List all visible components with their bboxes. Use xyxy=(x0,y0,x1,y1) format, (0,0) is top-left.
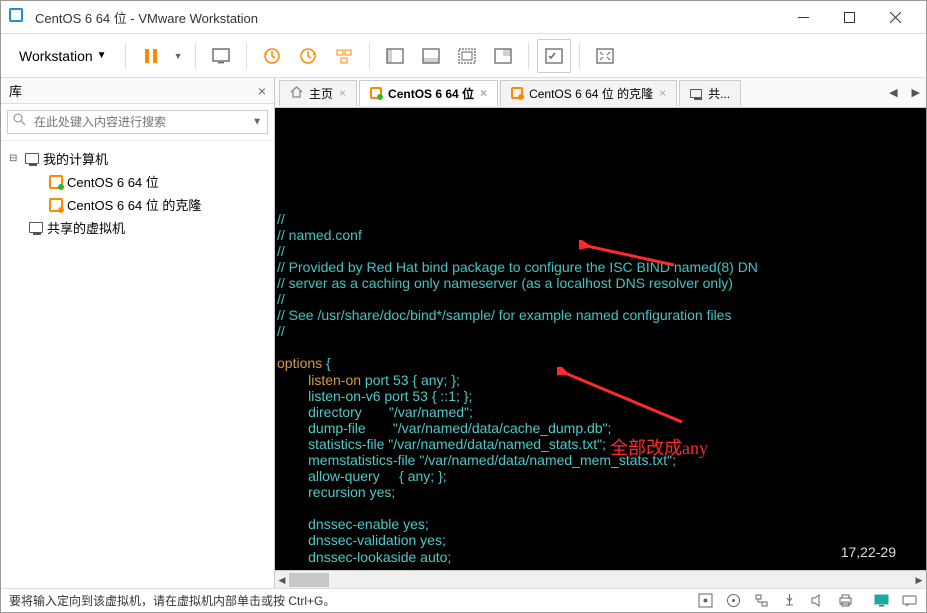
library-title: 库 xyxy=(9,81,22,100)
workstation-menu[interactable]: Workstation ▼ xyxy=(9,42,117,70)
fullscreen-button[interactable] xyxy=(588,39,622,73)
tab-bar: 主页 × CentOS 6 64 位 × CentOS 6 64 位 的克隆 ×… xyxy=(275,78,926,108)
view-thumbnail-button[interactable] xyxy=(486,39,520,73)
tab-centos-clone[interactable]: CentOS 6 64 位 的克隆 × xyxy=(500,80,677,106)
manage-snapshots-button[interactable] xyxy=(327,39,361,73)
revert-button[interactable] xyxy=(291,39,325,73)
library-search-input[interactable] xyxy=(7,110,268,134)
tab-label: 主页 xyxy=(309,85,333,102)
library-header: 库 × xyxy=(1,78,274,104)
tab-centos[interactable]: CentOS 6 64 位 × xyxy=(359,80,498,106)
tree-label: CentOS 6 64 位 的克隆 xyxy=(67,195,201,214)
toolbar: Workstation ▼ ▼ xyxy=(1,34,926,78)
library-search: ▼ xyxy=(1,104,274,141)
sound-icon[interactable] xyxy=(808,592,826,610)
tree-label: 我的计算机 xyxy=(43,149,108,168)
main-area: 主页 × CentOS 6 64 位 × CentOS 6 64 位 的克隆 ×… xyxy=(275,78,926,588)
computer-icon xyxy=(29,222,43,233)
separator xyxy=(369,43,370,69)
tree-vm-item[interactable]: CentOS 6 64 位 xyxy=(5,170,270,193)
tab-nav-left[interactable]: ◀ xyxy=(883,86,903,99)
tree-shared-vms[interactable]: 共享的虚拟机 xyxy=(5,216,270,239)
search-dropdown-icon[interactable]: ▼ xyxy=(252,117,262,128)
library-close-button[interactable]: × xyxy=(258,83,266,99)
home-icon xyxy=(290,85,303,101)
usb-icon[interactable] xyxy=(780,592,798,610)
tab-label: 共... xyxy=(708,85,730,102)
separator xyxy=(579,43,580,69)
status-message: 要将输入定向到该虚拟机，请在虚拟机内部单击或按 Ctrl+G。 xyxy=(9,592,686,609)
tree-vm-item[interactable]: CentOS 6 64 位 的克隆 xyxy=(5,193,270,216)
window-title: CentOS 6 64 位 - VMware Workstation xyxy=(35,8,780,27)
cd-icon[interactable] xyxy=(724,592,742,610)
tab-close-icon[interactable]: × xyxy=(659,86,666,100)
console-button[interactable] xyxy=(204,39,238,73)
tab-close-icon[interactable]: × xyxy=(480,86,487,100)
status-bar: 要将输入定向到该虚拟机，请在虚拟机内部单击或按 Ctrl+G。 xyxy=(1,588,926,612)
view-stacked-button[interactable] xyxy=(414,39,448,73)
vm-icon xyxy=(49,198,63,212)
horizontal-scrollbar[interactable]: ◀ ▶ xyxy=(275,570,926,588)
tree-root-my-computer[interactable]: ⊟ 我的计算机 xyxy=(5,147,270,170)
unity-button[interactable] xyxy=(537,39,571,73)
scroll-right-icon[interactable]: ▶ xyxy=(912,573,926,587)
workstation-menu-label: Workstation xyxy=(19,48,93,64)
tab-label: CentOS 6 64 位 xyxy=(388,85,474,102)
messages-icon[interactable] xyxy=(900,592,918,610)
view-expand-button[interactable] xyxy=(450,39,484,73)
separator xyxy=(246,43,247,69)
tab-nav-right[interactable]: ▶ xyxy=(906,86,926,99)
snapshot-button[interactable] xyxy=(255,39,289,73)
view-single-button[interactable] xyxy=(378,39,412,73)
tab-close-icon[interactable]: × xyxy=(339,86,346,100)
network-icon[interactable] xyxy=(752,592,770,610)
scroll-left-icon[interactable]: ◀ xyxy=(275,573,289,587)
tree-label: CentOS 6 64 位 xyxy=(67,172,159,191)
computer-icon xyxy=(25,153,39,164)
minimize-button[interactable] xyxy=(780,1,826,33)
pause-button[interactable] xyxy=(134,39,168,73)
title-bar: CentOS 6 64 位 - VMware Workstation xyxy=(1,1,926,34)
vm-running-icon xyxy=(49,175,63,189)
app-icon xyxy=(9,8,27,26)
annotation-arrow xyxy=(579,240,679,270)
annotation-text: 全部改成any xyxy=(610,438,708,459)
separator xyxy=(195,43,196,69)
display-icon[interactable] xyxy=(872,592,890,610)
vm-icon xyxy=(511,87,523,99)
chevron-down-icon[interactable]: ▼ xyxy=(170,51,187,61)
computer-icon xyxy=(690,89,702,98)
library-tree: ⊟ 我的计算机 CentOS 6 64 位 CentOS 6 64 位 的克隆 … xyxy=(1,141,274,245)
tab-shared[interactable]: 共... xyxy=(679,80,741,106)
chevron-down-icon: ▼ xyxy=(97,50,107,61)
library-panel: 库 × ▼ ⊟ 我的计算机 CentOS 6 64 位 CentOS 6 64 … xyxy=(1,78,275,588)
search-icon xyxy=(13,113,26,131)
separator xyxy=(528,43,529,69)
collapse-icon: ⊟ xyxy=(9,153,21,164)
separator xyxy=(125,43,126,69)
scrollbar-thumb[interactable] xyxy=(289,573,329,587)
disk-icon[interactable] xyxy=(696,592,714,610)
tab-label: CentOS 6 64 位 的克隆 xyxy=(529,85,653,102)
vm-console[interactable]: 全部改成any 17,22-29 //// named.conf//// Pro… xyxy=(275,108,926,570)
printer-icon[interactable] xyxy=(836,592,854,610)
tree-label: 共享的虚拟机 xyxy=(47,218,125,237)
cursor-position: 17,22-29 xyxy=(841,544,896,560)
maximize-button[interactable] xyxy=(826,1,872,33)
vm-running-icon xyxy=(370,87,382,99)
close-button[interactable] xyxy=(872,1,918,33)
tab-home[interactable]: 主页 × xyxy=(279,80,357,106)
annotation-arrow xyxy=(557,367,687,427)
